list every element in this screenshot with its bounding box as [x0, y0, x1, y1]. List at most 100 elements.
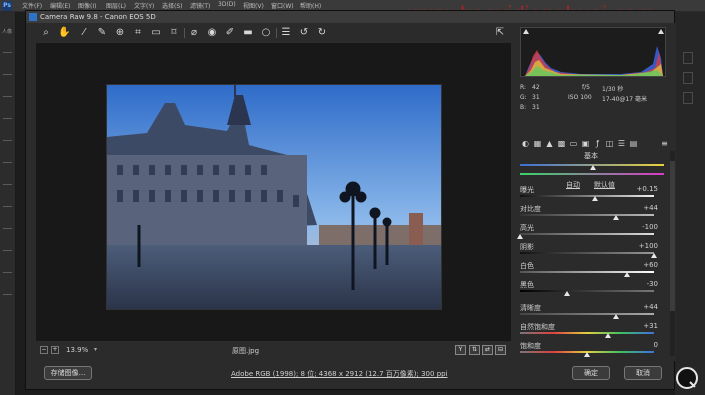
panel-button[interactable]	[683, 92, 693, 104]
color-sampler-icon[interactable]: ✎	[96, 27, 108, 39]
slider-thumb[interactable]	[624, 272, 631, 277]
presets-tab-icon[interactable]: ☰	[617, 139, 626, 148]
tool-slot[interactable]	[3, 162, 12, 167]
swap-settings-button[interactable]: ⇅	[469, 345, 480, 355]
tool-slot[interactable]	[3, 272, 12, 277]
zoom-in-button[interactable]: +	[51, 346, 59, 354]
tool-slot[interactable]	[3, 140, 12, 145]
zoom-dropdown-icon[interactable]: ▾	[94, 346, 97, 353]
slider-value[interactable]: 0	[654, 341, 658, 349]
zoom-out-button[interactable]: −	[40, 346, 48, 354]
ok-button[interactable]: 确定	[572, 366, 610, 380]
ps-menu-filter[interactable]: 滤镜(T)	[190, 1, 210, 10]
straighten-icon[interactable]: ▭	[150, 27, 162, 39]
slider-value[interactable]: -30	[647, 280, 658, 288]
slider-track[interactable]	[520, 233, 654, 235]
panel-button[interactable]	[683, 72, 693, 84]
radial-filter-icon[interactable]: ○	[260, 27, 272, 39]
slider-value[interactable]: +100	[639, 242, 658, 250]
workflow-options-link[interactable]: Adobe RGB (1998); 8 位; 4368 x 2912 (12.7…	[231, 369, 448, 379]
tool-slot[interactable]	[3, 228, 12, 233]
ps-menu-window[interactable]: 窗口(W)	[271, 1, 294, 10]
targeted-adjustment-icon[interactable]: ⊕	[114, 27, 126, 39]
tool-slot[interactable]	[3, 184, 12, 189]
slider-thumb[interactable]	[517, 234, 523, 239]
red-eye-icon[interactable]: ◉	[206, 27, 218, 39]
slider-track[interactable]	[520, 195, 654, 197]
magnifier-icon[interactable]	[676, 367, 698, 389]
tool-slot[interactable]	[3, 250, 12, 255]
adjustment-brush-icon[interactable]: ✐	[224, 27, 236, 39]
auto-link[interactable]: 自动	[566, 180, 580, 190]
transform-icon[interactable]: ⌑	[168, 27, 180, 39]
slider-thumb[interactable]	[563, 291, 570, 296]
tool-slot[interactable]	[3, 96, 12, 101]
tone-curve-tab-icon[interactable]: ▦	[533, 139, 542, 148]
hsl-tab-icon[interactable]: ▩	[557, 139, 566, 148]
slider-value[interactable]: +31	[643, 322, 658, 330]
panel-menu-icon[interactable]: ≡	[660, 139, 669, 148]
ps-menu-3d[interactable]: 3D(D)	[218, 1, 236, 8]
copy-settings-button[interactable]: ⇄	[482, 345, 493, 355]
detail-tab-icon[interactable]: ▲	[545, 139, 554, 148]
zoom-icon[interactable]: ⌕	[40, 27, 52, 39]
slider-track[interactable]	[520, 290, 654, 292]
slider-track[interactable]	[520, 313, 654, 315]
lens-corrections-tab-icon[interactable]: ▣	[581, 139, 590, 148]
slider-value[interactable]: +44	[643, 303, 658, 311]
preferences-icon[interactable]: ☰	[280, 27, 292, 39]
rotate-ccw-icon[interactable]: ↺	[298, 27, 310, 39]
slider-value[interactable]: +44	[643, 204, 658, 212]
slider-value[interactable]: +60	[643, 261, 658, 269]
ps-menu-edit[interactable]: 编辑(E)	[50, 1, 70, 10]
snapshots-tab-icon[interactable]: ▤	[629, 139, 638, 148]
fullscreen-icon[interactable]: ⇱	[494, 27, 506, 39]
panel-scrollbar[interactable]	[670, 151, 675, 356]
slider-thumb[interactable]	[604, 333, 611, 338]
graduated-filter-icon[interactable]: ▬	[242, 27, 254, 39]
tint-slider[interactable]	[520, 173, 664, 175]
slider-thumb[interactable]	[592, 196, 599, 201]
ps-menu-view[interactable]: 视图(V)	[243, 1, 264, 10]
ps-menu-file[interactable]: 文件(F)	[22, 1, 42, 10]
hand-icon[interactable]: ✋	[58, 27, 70, 39]
fx-tab-icon[interactable]: ƒ	[593, 139, 602, 148]
slider-thumb[interactable]	[613, 314, 620, 319]
slider-thumb[interactable]	[651, 253, 657, 258]
slider-value[interactable]: +0.15	[637, 185, 658, 193]
temperature-thumb[interactable]	[590, 165, 596, 170]
save-image-button[interactable]: 存储图像...	[44, 366, 92, 380]
slider-thumb[interactable]	[584, 352, 590, 357]
image-preview-area[interactable]	[36, 43, 511, 341]
slider-track[interactable]	[520, 214, 654, 216]
zoom-level[interactable]: 13.9%	[66, 346, 88, 354]
ps-menu-help[interactable]: 帮助(H)	[300, 1, 321, 10]
tool-slot[interactable]	[3, 206, 12, 211]
scrollbar-thumb[interactable]	[670, 161, 675, 311]
crop-icon[interactable]: ⌗	[132, 27, 144, 39]
rotate-cw-icon[interactable]: ↻	[316, 27, 328, 39]
tool-slot[interactable]	[3, 294, 12, 299]
tool-slot[interactable]	[3, 52, 12, 57]
split-toning-tab-icon[interactable]: ▭	[569, 139, 578, 148]
slider-track[interactable]	[520, 252, 654, 254]
default-link[interactable]: 默认值	[594, 180, 615, 190]
ps-menu-layer[interactable]: 图层(L)	[106, 1, 126, 10]
slider-track[interactable]	[520, 332, 654, 334]
ps-menu-select[interactable]: 选择(S)	[162, 1, 183, 10]
slider-track[interactable]	[520, 271, 654, 273]
basic-tab-icon[interactable]: ◐	[521, 139, 530, 148]
toggle-settings-button[interactable]: ⊟	[495, 345, 506, 355]
before-after-view-button[interactable]: Y	[455, 345, 466, 355]
ps-menu-type[interactable]: 文字(Y)	[134, 1, 154, 10]
camera-calibration-tab-icon[interactable]: ◫	[605, 139, 614, 148]
white-balance-icon[interactable]: ⁄	[78, 27, 90, 39]
slider-thumb[interactable]	[613, 215, 620, 220]
panel-button[interactable]	[683, 52, 693, 64]
tool-slot[interactable]	[3, 74, 12, 79]
spot-removal-icon[interactable]: ⌀	[188, 27, 200, 39]
ps-menu-image[interactable]: 图像(I)	[78, 1, 96, 10]
cancel-button[interactable]: 取消	[624, 366, 662, 380]
slider-value[interactable]: -100	[642, 223, 658, 231]
tool-slot[interactable]	[3, 118, 12, 123]
